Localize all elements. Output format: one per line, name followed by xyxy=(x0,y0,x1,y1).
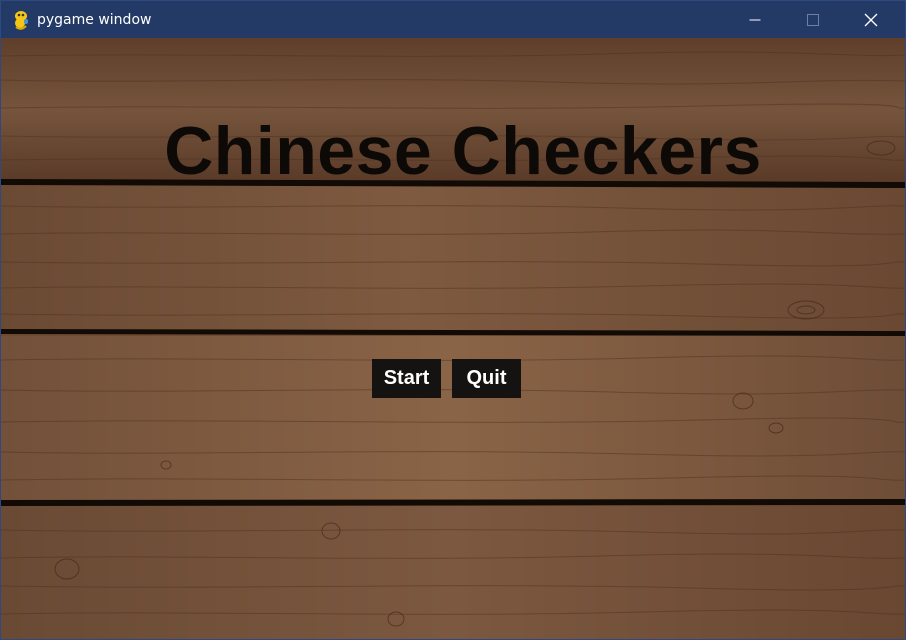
close-button[interactable] xyxy=(842,1,900,38)
window-title: pygame window xyxy=(37,12,152,28)
maximize-icon xyxy=(807,13,819,26)
game-title: Chinese Checkers xyxy=(164,113,762,189)
game-canvas[interactable]: Chinese Checkers Start Quit xyxy=(1,38,905,639)
minimize-icon xyxy=(749,19,761,20)
pygame-window: pygame window Chinese Checkers Start Qui… xyxy=(0,0,906,640)
maximize-button[interactable] xyxy=(784,1,842,38)
start-button[interactable]: Start xyxy=(372,359,441,398)
quit-button[interactable]: Quit xyxy=(452,359,521,398)
title-bar[interactable]: pygame window xyxy=(1,1,905,38)
close-icon xyxy=(864,13,878,26)
minimize-button[interactable] xyxy=(726,1,784,38)
pygame-snake-icon xyxy=(15,11,28,30)
